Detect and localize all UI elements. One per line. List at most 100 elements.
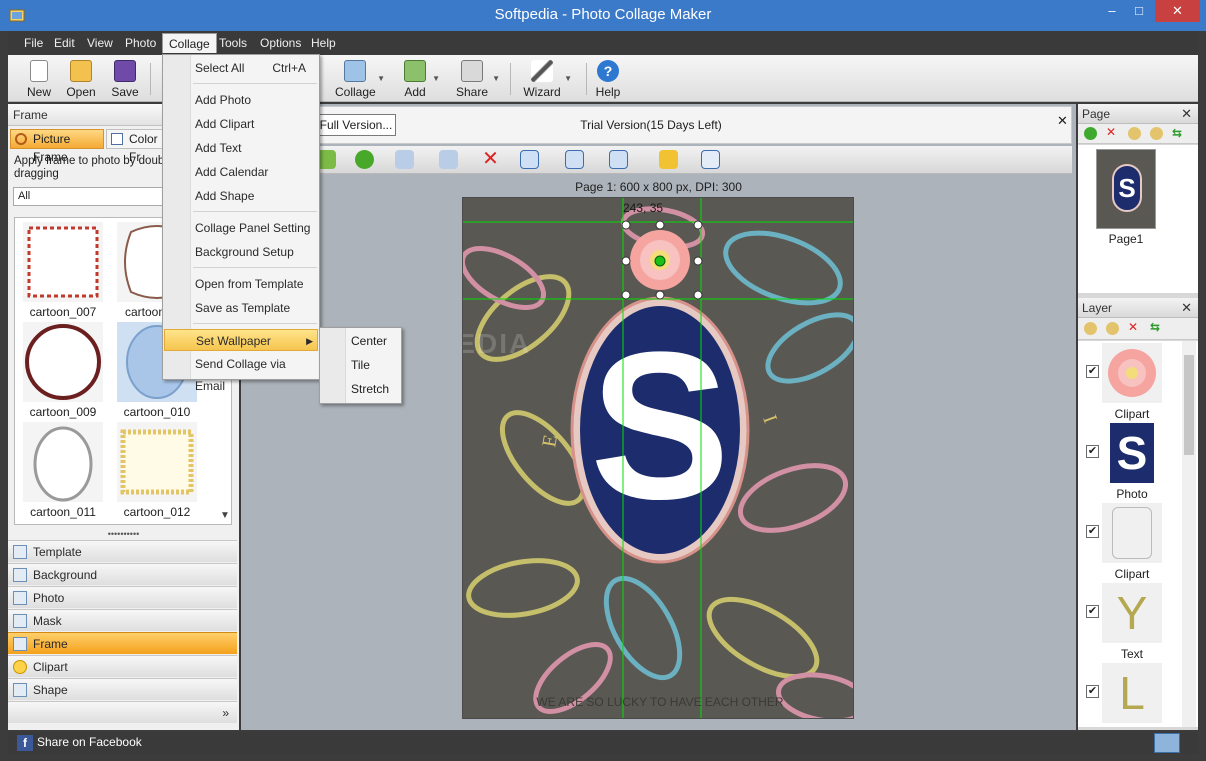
help-button[interactable]: ? Help: [593, 58, 623, 100]
chevron-down-icon[interactable]: ▼: [564, 74, 572, 83]
menu-tools[interactable]: Tools: [213, 33, 253, 53]
tab-picture-frame[interactable]: Picture Frame: [10, 129, 104, 164]
close-page-panel-icon[interactable]: ✕: [1181, 104, 1192, 124]
wallpaper-stretch[interactable]: Stretch: [321, 378, 400, 401]
close-layer-panel-icon[interactable]: ✕: [1181, 298, 1192, 318]
menu-add-photo[interactable]: Add Photo: [164, 89, 318, 111]
delete-icon[interactable]: ✕: [481, 149, 500, 169]
align-center-icon[interactable]: [520, 150, 539, 169]
menu-file[interactable]: File: [18, 33, 49, 53]
menu-options[interactable]: Options: [254, 33, 307, 53]
layer-visibility-checkbox[interactable]: ✔: [1086, 445, 1099, 458]
layer-row[interactable]: ✔ Y Text: [1082, 583, 1180, 663]
move-down-icon[interactable]: [1150, 127, 1163, 140]
menu-send-via-email[interactable]: Send Collage via Email: [164, 353, 318, 393]
menu-add-shape[interactable]: Add Shape: [164, 185, 318, 207]
layer-thumbnail: [1102, 343, 1162, 403]
page-thumbnail[interactable]: S: [1096, 149, 1156, 229]
delete-page-icon[interactable]: ✕: [1106, 125, 1116, 139]
rotate-left-icon[interactable]: [439, 150, 458, 169]
nav-clipart[interactable]: Clipart: [8, 655, 237, 677]
menu-edit[interactable]: Edit: [48, 33, 81, 53]
wallpaper-tile[interactable]: Tile: [321, 354, 400, 377]
full-version-button[interactable]: Full Version...: [316, 114, 396, 136]
share-facebook-link[interactable]: Share on Facebook: [37, 735, 142, 749]
layer-down-icon[interactable]: [1106, 322, 1119, 335]
menu-collage-panel-setting[interactable]: Collage Panel Setting: [164, 217, 318, 239]
save-button[interactable]: Save: [108, 58, 142, 100]
title-bar: Softpedia - Photo Collage Maker – □ ✕: [0, 0, 1206, 31]
layer-row[interactable]: ✔ S Photo: [1082, 423, 1180, 503]
menu-background-setup[interactable]: Background Setup: [164, 241, 318, 263]
delete-layer-icon[interactable]: ✕: [1128, 320, 1138, 334]
page-panel-toolbar: ✕ ⇆: [1078, 124, 1198, 144]
frame-thumb-cartoon-012[interactable]: [117, 422, 197, 502]
new-button[interactable]: New: [22, 58, 56, 100]
menu-help[interactable]: Help: [305, 33, 342, 53]
menu-set-wallpaper[interactable]: Set Wallpaper ▶: [164, 329, 318, 351]
menu-save-as-template[interactable]: Save as Template: [164, 297, 318, 319]
filter-select[interactable]: All: [13, 187, 165, 206]
scroll-down-icon[interactable]: ▼: [220, 510, 230, 521]
chevron-down-icon[interactable]: ▼: [432, 74, 440, 83]
add-page-icon[interactable]: [1084, 127, 1097, 140]
nav-frame[interactable]: Frame: [8, 632, 237, 654]
frame-thumb-cartoon-011[interactable]: [23, 422, 103, 502]
layer-visibility-checkbox[interactable]: ✔: [1086, 605, 1099, 618]
toolbar-separator: [150, 63, 151, 95]
menu-select-all[interactable]: Select All Ctrl+A: [164, 57, 318, 79]
frame-thumb-cartoon-007[interactable]: [23, 222, 103, 302]
move-up-icon[interactable]: [1128, 127, 1141, 140]
menu-collage[interactable]: Collage: [162, 33, 217, 53]
close-button[interactable]: ✕: [1155, 0, 1200, 22]
open-button[interactable]: Open: [64, 58, 98, 100]
close-trial-icon[interactable]: ✕: [1057, 113, 1068, 129]
swap-layer-icon[interactable]: ⇆: [1150, 320, 1160, 334]
add-button[interactable]: Add ▼: [400, 58, 440, 100]
tab-color-frame[interactable]: Color Fr: [106, 129, 166, 164]
monitor-icon[interactable]: [1154, 733, 1180, 753]
layer-row[interactable]: ✔ L: [1082, 663, 1180, 727]
share-button[interactable]: Share ▼: [454, 58, 500, 100]
layer-visibility-checkbox[interactable]: ✔: [1086, 525, 1099, 538]
swap-icon[interactable]: ⇆: [1172, 126, 1182, 140]
nav-mask[interactable]: Mask: [8, 609, 237, 631]
layer-up-icon[interactable]: [1084, 322, 1097, 335]
arrow-down-icon[interactable]: [355, 150, 374, 169]
layer-visibility-checkbox[interactable]: ✔: [1086, 365, 1099, 378]
layer-scrollbar[interactable]: [1182, 341, 1196, 727]
distribute-icon[interactable]: [609, 150, 628, 169]
splitter-grip[interactable]: ••••••••••: [8, 530, 239, 539]
layer-row[interactable]: ✔ Clipart: [1082, 343, 1180, 423]
facebook-icon: f: [17, 735, 33, 751]
chevron-down-icon[interactable]: ▼: [492, 74, 500, 83]
wallpaper-center[interactable]: Center: [321, 330, 400, 353]
menu-open-from-template[interactable]: Open from Template: [164, 273, 318, 295]
wizard-button[interactable]: Wizard ▼: [522, 58, 572, 100]
more-nav-button[interactable]: »: [8, 701, 237, 723]
menu-photo[interactable]: Photo: [119, 33, 162, 53]
align-left-icon[interactable]: [565, 150, 584, 169]
menu-add-clipart[interactable]: Add Clipart: [164, 113, 318, 135]
nav-template[interactable]: Template: [8, 540, 237, 562]
maximize-button[interactable]: □: [1131, 0, 1147, 22]
nav-background[interactable]: Background: [8, 563, 237, 585]
effects-icon[interactable]: [659, 150, 678, 169]
nav-photo[interactable]: Photo: [8, 586, 237, 608]
layer-row[interactable]: ✔ Clipart: [1082, 503, 1180, 583]
collage-canvas[interactable]: R E I S WE ARE SO LUCKY TO HAVE EACH OTH…: [462, 197, 854, 719]
chevron-down-icon[interactable]: ▼: [377, 74, 385, 83]
menu-add-text[interactable]: Add Text: [164, 137, 318, 159]
menu-view[interactable]: View: [81, 33, 119, 53]
nav-shape[interactable]: Shape: [8, 678, 237, 700]
minimize-button[interactable]: –: [1106, 0, 1118, 22]
rotate-right-icon[interactable]: [395, 150, 414, 169]
menu-add-calendar[interactable]: Add Calendar: [164, 161, 318, 183]
properties-icon[interactable]: [701, 150, 720, 169]
collage-button[interactable]: Collage ▼: [335, 58, 385, 100]
scrollbar-thumb[interactable]: [1184, 355, 1194, 455]
layer-visibility-checkbox[interactable]: ✔: [1086, 685, 1099, 698]
edit-toolbar: ✕: [245, 146, 1072, 174]
frame-thumb-cartoon-009[interactable]: [23, 322, 103, 402]
floppy-disk-icon: [114, 60, 136, 82]
